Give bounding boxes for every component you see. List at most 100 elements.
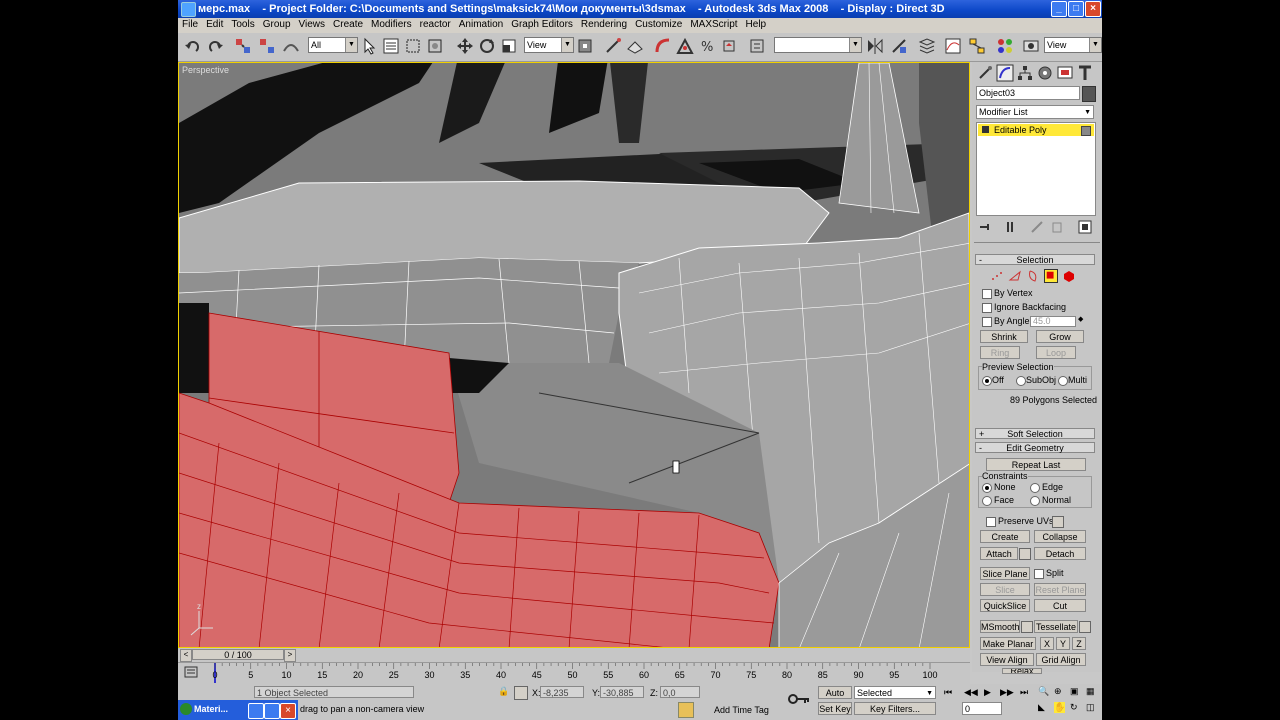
ignore-backfacing-checkbox[interactable] <box>982 303 992 313</box>
y-coord-field[interactable]: -30,885 <box>600 686 644 698</box>
view-align-button[interactable]: View Align <box>980 653 1034 666</box>
lock-icon[interactable]: 🔒 <box>498 686 509 698</box>
vertex-level-icon[interactable] <box>990 269 1004 283</box>
layer-manager-icon[interactable] <box>918 37 936 55</box>
taskbar-item-material[interactable]: Materi... <box>194 704 228 714</box>
by-angle-checkbox[interactable] <box>982 317 992 327</box>
minimize-button[interactable]: _ <box>1051 1 1067 17</box>
pivot-center-icon[interactable] <box>576 37 594 55</box>
edit-named-selection-icon[interactable] <box>748 37 766 55</box>
current-frame-field[interactable]: 0 <box>962 702 1002 715</box>
taskbar-minimize-icon[interactable] <box>248 703 264 719</box>
field-of-view-icon[interactable]: ◣ <box>1038 702 1045 713</box>
taskbar-close-icon[interactable]: × <box>280 703 296 719</box>
edge-level-icon[interactable] <box>1008 269 1022 283</box>
stack-item-editable-poly[interactable]: Editable Poly <box>978 124 1094 136</box>
spinner-arrows-icon[interactable]: ◆ <box>1078 315 1083 323</box>
pin-stack-icon[interactable] <box>978 220 992 234</box>
align-icon[interactable] <box>890 37 908 55</box>
detach-button[interactable]: Detach <box>1034 547 1086 560</box>
go-to-end-icon[interactable]: ⏭ <box>1020 687 1028 698</box>
next-key-icon[interactable]: ▶▶ <box>1000 687 1014 698</box>
msmooth-settings-icon[interactable] <box>1021 621 1033 633</box>
orbit-icon[interactable]: ↻ <box>1070 702 1078 713</box>
planar-y-button[interactable]: Y <box>1056 637 1070 650</box>
render-setup-icon[interactable] <box>1022 37 1040 55</box>
quickslice-button[interactable]: QuickSlice <box>980 599 1030 612</box>
menu-file[interactable]: File <box>178 18 202 30</box>
menu-edit[interactable]: Edit <box>202 18 227 30</box>
schematic-view-icon[interactable] <box>968 37 986 55</box>
select-and-link-icon[interactable] <box>234 37 252 55</box>
previous-frame-icon[interactable]: < <box>180 649 192 662</box>
planar-x-button[interactable]: X <box>1040 637 1054 650</box>
menu-modifiers[interactable]: Modifiers <box>367 18 416 30</box>
key-filters-button[interactable]: Key Filters... <box>854 702 936 715</box>
previous-key-icon[interactable]: ◀◀ <box>964 687 978 698</box>
snaps-toggle-icon[interactable] <box>654 37 672 55</box>
preview-multi-radio[interactable] <box>1058 376 1068 386</box>
redo-icon[interactable] <box>206 37 224 55</box>
spinner-snap-icon[interactable] <box>720 37 738 55</box>
rectangular-selection-icon[interactable] <box>404 37 422 55</box>
percent-snap-icon[interactable]: % <box>698 37 716 55</box>
planar-z-button[interactable]: Z <box>1072 637 1086 650</box>
menu-create[interactable]: Create <box>329 18 367 30</box>
motion-tab-icon[interactable] <box>1036 64 1054 82</box>
title-bar[interactable]: мерс.max - Project Folder: C:\Documents … <box>178 0 1102 18</box>
attach-list-icon[interactable] <box>1019 548 1031 560</box>
show-end-result-icon[interactable] <box>1004 220 1018 234</box>
time-slider[interactable]: < 0 / 100 > <box>178 648 970 662</box>
tessellate-button[interactable]: Tessellate <box>1034 620 1078 633</box>
create-button[interactable]: Create <box>980 530 1030 543</box>
expand-icon[interactable] <box>982 126 989 133</box>
preview-off-radio[interactable] <box>982 376 992 386</box>
x-coord-field[interactable]: -8,235 <box>540 686 584 698</box>
split-checkbox[interactable] <box>1034 569 1044 579</box>
menu-group[interactable]: Group <box>259 18 295 30</box>
edit-geometry-rollout-header[interactable]: - Edit Geometry <box>975 442 1095 453</box>
repeat-last-button[interactable]: Repeat Last <box>986 458 1086 471</box>
menu-tools[interactable]: Tools <box>227 18 258 30</box>
by-vertex-checkbox[interactable] <box>982 289 992 299</box>
select-and-manipulate-icon[interactable] <box>604 37 622 55</box>
slice-plane-button[interactable]: Slice Plane <box>980 567 1030 580</box>
collapse-button[interactable]: Collapse <box>1034 530 1086 543</box>
make-planar-button[interactable]: Make Planar <box>980 637 1036 650</box>
select-and-move-icon[interactable] <box>456 37 474 55</box>
menu-rendering[interactable]: Rendering <box>577 18 631 30</box>
constraint-none-radio[interactable] <box>982 483 992 493</box>
preview-subobj-radio[interactable] <box>1016 376 1026 386</box>
material-editor-icon[interactable] <box>996 37 1014 55</box>
render-view-dropdown[interactable]: View ▼ <box>1044 37 1102 53</box>
border-level-icon[interactable] <box>1026 269 1040 283</box>
track-bar[interactable]: 0 5 10 15 20 25 30 35 40 45 50 55 60 65 70 75 80 85 90 95 10… <box>178 662 970 685</box>
taskbar-restore-icon[interactable] <box>264 703 280 719</box>
zoom-icon[interactable]: 🔍 <box>1038 686 1049 697</box>
time-tag-icon[interactable] <box>678 702 694 718</box>
modifier-list-dropdown[interactable]: Modifier List ▼ <box>976 105 1094 119</box>
relax-button[interactable]: Relax <box>1002 668 1042 674</box>
window-crossing-icon[interactable] <box>426 37 444 55</box>
grid-align-button[interactable]: Grid Align <box>1036 653 1086 666</box>
preserve-uvs-settings-icon[interactable] <box>1052 516 1064 528</box>
z-coord-field[interactable]: 0,0 <box>660 686 700 698</box>
menu-help[interactable]: Help <box>742 18 771 30</box>
constraint-normal-radio[interactable] <box>1030 496 1040 506</box>
ring-button[interactable]: Ring <box>980 346 1020 359</box>
go-to-start-icon[interactable]: ⏮ <box>944 687 952 698</box>
constraint-edge-radio[interactable] <box>1030 483 1040 493</box>
msmooth-button[interactable]: MSmooth <box>980 620 1020 633</box>
unlink-icon[interactable] <box>258 37 276 55</box>
slice-button[interactable]: Slice <box>980 583 1030 596</box>
make-unique-icon[interactable] <box>1030 220 1044 234</box>
undo-icon[interactable] <box>184 37 202 55</box>
set-key-icon[interactable] <box>788 692 810 706</box>
set-key-button[interactable]: Set Key <box>818 702 852 715</box>
angle-spinner[interactable]: 45.0 <box>1030 316 1076 327</box>
keyboard-shortcut-icon[interactable] <box>626 37 644 55</box>
selection-rollout-header[interactable]: - Selection <box>975 254 1095 265</box>
zoom-extents-all-icon[interactable]: ▦ <box>1086 686 1095 697</box>
absolute-mode-icon[interactable] <box>514 686 528 700</box>
select-object-icon[interactable] <box>360 37 378 55</box>
